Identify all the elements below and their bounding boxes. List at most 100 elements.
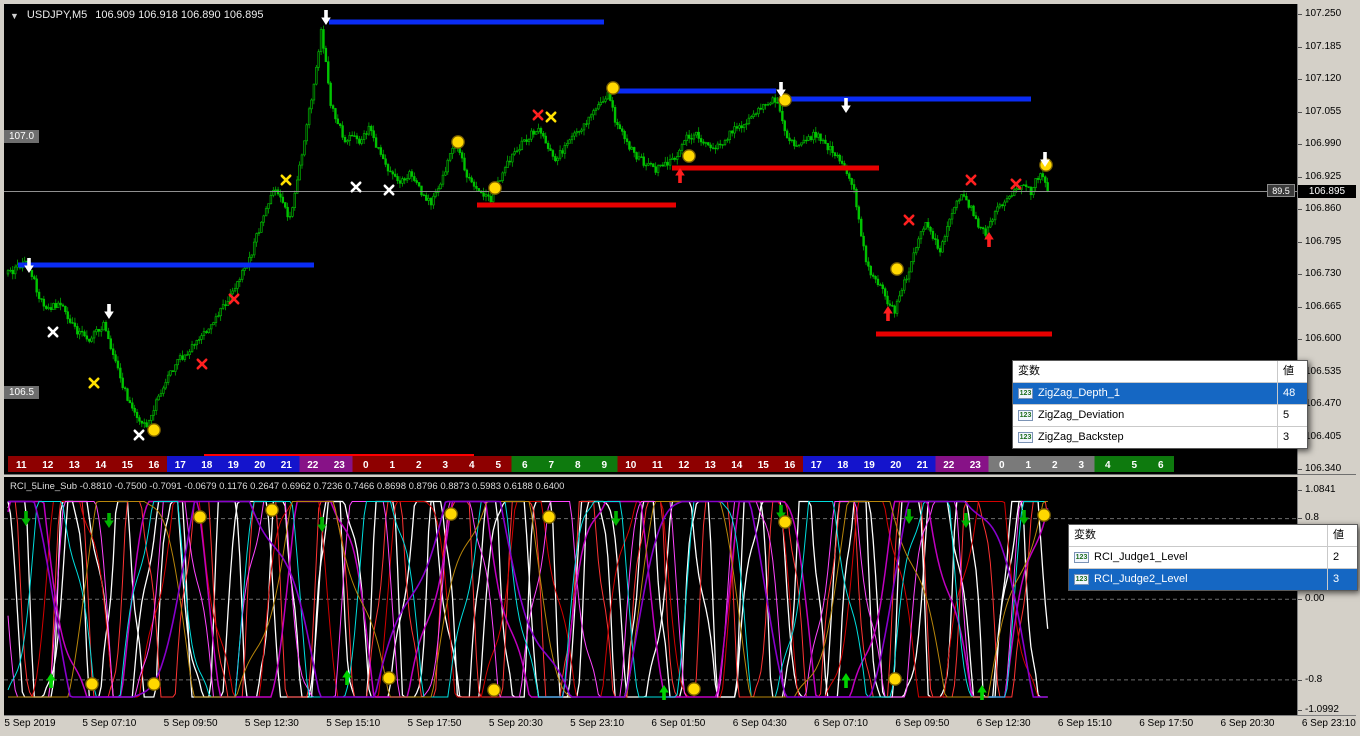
time-axis-label: 5 Sep 20:30: [488, 718, 543, 729]
bid-price-tag: 106.895: [1298, 185, 1356, 198]
session-hour-strip: 11 12 13 14 15 16 17 18 19 20 21 22 23 0 1 2 3 4 5 6 7 8 9 10 11…: [8, 454, 1174, 472]
svg-text:16: 16: [784, 460, 796, 471]
svg-text:4: 4: [1105, 460, 1111, 471]
svg-text:12: 12: [678, 460, 690, 471]
rci-variables-table: 変数 値 123 RCI_Judge1_Level 2 123 RCI_Judge2_Lev…: [1068, 524, 1358, 591]
axis-tick: [1298, 339, 1302, 340]
param-name: ZigZag_Backstep: [1038, 431, 1124, 443]
symbol-timeframe-label: USDJPY,M5: [26, 9, 88, 21]
svg-text:11: 11: [652, 460, 663, 471]
time-axis-label: 6 Sep 04:30: [732, 718, 787, 729]
param-name: RCI_Judge2_Level: [1094, 573, 1188, 585]
param-value: 48: [1277, 383, 1307, 404]
svg-text:0: 0: [999, 460, 1005, 471]
symbol-dropdown-icon[interactable]: ▼: [10, 9, 19, 23]
time-axis[interactable]: 5 Sep 2019 5 Sep 07:10 5 Sep 09:50 5 Sep 12…: [4, 715, 1356, 732]
round-price-tag-107: 107.0: [4, 130, 39, 143]
indicator-axis-label: 1.0841: [1305, 484, 1336, 495]
svg-text:23: 23: [334, 460, 346, 471]
numeric-type-icon: 123: [1074, 574, 1089, 585]
param-row[interactable]: 123 RCI_Judge1_Level 2: [1069, 546, 1357, 568]
variable-column-header: 変数: [1018, 365, 1040, 377]
svg-text:8: 8: [575, 460, 581, 471]
svg-text:22: 22: [943, 460, 955, 471]
time-axis-label: 6 Sep 07:10: [814, 718, 868, 729]
price-axis-label: 106.665: [1305, 300, 1342, 312]
svg-text:23: 23: [970, 460, 982, 471]
param-value: 5: [1277, 405, 1307, 426]
svg-text:17: 17: [811, 460, 823, 471]
variable-column-header: 変数: [1074, 529, 1096, 541]
svg-text:6: 6: [1158, 460, 1164, 471]
svg-text:18: 18: [837, 460, 849, 471]
price-axis-label: 106.340: [1305, 463, 1342, 474]
round-price-tag-106-5: 106.5: [4, 386, 39, 399]
param-row[interactable]: 123 RCI_Judge2_Level 3: [1069, 568, 1357, 590]
price-axis-label: 106.600: [1305, 333, 1342, 344]
param-value: 3: [1327, 569, 1357, 590]
time-axis-label: 5 Sep 23:10: [570, 718, 625, 729]
svg-text:11: 11: [16, 460, 27, 471]
pane-separator[interactable]: [4, 474, 1356, 477]
svg-text:15: 15: [122, 460, 134, 471]
svg-text:14: 14: [731, 460, 743, 471]
time-axis-label: 5 Sep 17:50: [407, 718, 462, 729]
signal-markers: [24, 10, 1053, 441]
axis-tick: [1298, 209, 1302, 210]
axis-tick: [1298, 79, 1302, 80]
indicator-values-label: RCI_5Line_Sub -0.8810 -0.7500 -0.7091 -0…: [10, 481, 565, 492]
param-row[interactable]: 123 ZigZag_Depth_1 48: [1013, 382, 1307, 404]
chart-content: 11 12 13 14 15 16 17 18 19 20 21 22 23 0 1 2 3 4 5 6 7 8 9 10 11…: [4, 4, 1358, 732]
param-name: ZigZag_Depth_1: [1038, 387, 1120, 399]
value-column-header: 値: [1327, 525, 1357, 546]
price-axis-label: 106.405: [1305, 430, 1342, 442]
svg-text:13: 13: [69, 460, 81, 471]
numeric-type-icon: 123: [1018, 410, 1033, 421]
svg-text:21: 21: [917, 460, 929, 471]
rci-series-lines: [7, 500, 1049, 698]
axis-tick: [1298, 490, 1302, 491]
svg-text:7: 7: [548, 460, 554, 471]
numeric-type-icon: 123: [1074, 552, 1089, 563]
price-axis-label: 106.535: [1305, 365, 1342, 377]
param-row[interactable]: 123 ZigZag_Deviation 5: [1013, 404, 1307, 426]
axis-tick: [1298, 14, 1302, 15]
axis-tick: [1298, 111, 1302, 113]
axis-tick: [1298, 710, 1302, 711]
axis-tick: [1298, 518, 1302, 519]
time-axis-label: 6 Sep 17:50: [1139, 718, 1194, 729]
price-axis-label: 107.120: [1305, 73, 1342, 84]
svg-text:4: 4: [469, 460, 475, 471]
param-table-header: 変数 値: [1013, 361, 1307, 382]
time-axis-label: 6 Sep 20:30: [1220, 718, 1275, 729]
svg-text:16: 16: [148, 460, 160, 471]
time-axis-label: 5 Sep 07:10: [82, 718, 137, 729]
svg-text:20: 20: [890, 460, 902, 471]
time-axis-label: 6 Sep 09:50: [895, 718, 950, 729]
time-axis-label: 6 Sep 12:30: [976, 718, 1031, 729]
time-axis-label: 6 Sep 15:10: [1057, 718, 1112, 729]
time-axis-label: 6 Sep 01:50: [651, 718, 706, 729]
svg-text:6: 6: [522, 460, 528, 471]
param-row[interactable]: 123 ZigZag_Backstep 3: [1013, 426, 1307, 448]
price-axis-label: 107.055: [1305, 105, 1342, 117]
level-lines: [18, 19, 1052, 337]
svg-text:13: 13: [705, 460, 717, 471]
axis-tick: [1298, 680, 1302, 681]
svg-text:19: 19: [864, 460, 876, 471]
param-name: ZigZag_Deviation: [1038, 409, 1125, 421]
svg-text:20: 20: [254, 460, 266, 471]
svg-text:1: 1: [1025, 460, 1031, 471]
numeric-type-icon: 123: [1018, 432, 1033, 443]
svg-text:3: 3: [442, 460, 448, 471]
axis-tick: [1298, 599, 1302, 600]
axis-tick: [1298, 46, 1302, 48]
indicator-axis-label: -0.8: [1305, 674, 1323, 685]
rci-indicator-pane[interactable]: [4, 477, 1297, 715]
param-value: 2: [1327, 547, 1357, 568]
svg-text:2: 2: [416, 460, 422, 471]
svg-text:3: 3: [1078, 460, 1084, 471]
param-table-header: 変数 値: [1069, 525, 1357, 546]
price-axis-label: 106.860: [1305, 203, 1342, 214]
axis-tick: [1298, 176, 1302, 178]
